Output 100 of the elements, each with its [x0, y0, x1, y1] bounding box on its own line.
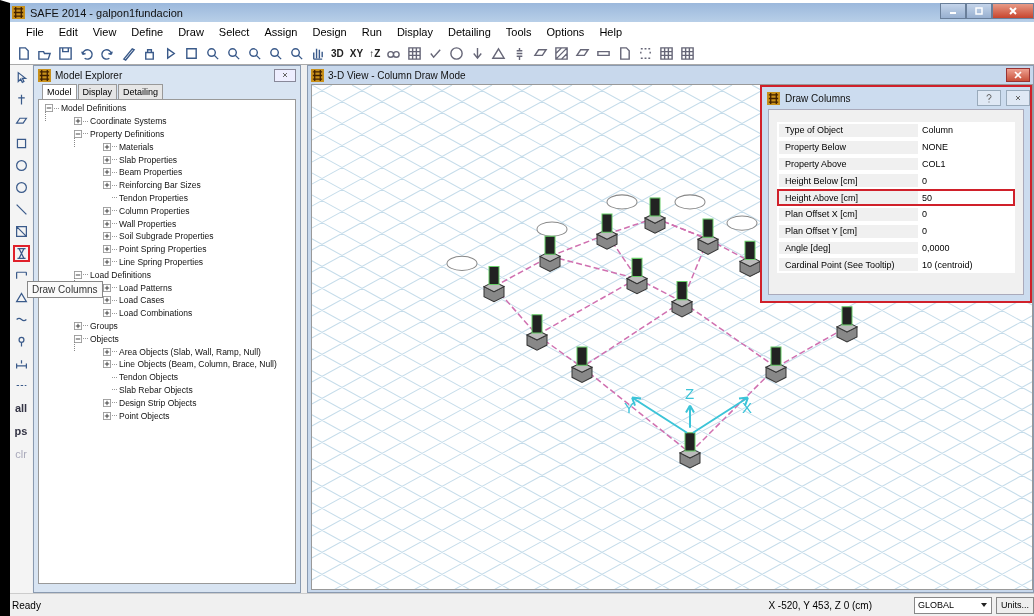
expand-icon[interactable]: [103, 155, 111, 164]
zoom-icon[interactable]: [226, 45, 241, 61]
menu-item[interactable]: Select: [218, 26, 250, 38]
menu-item[interactable]: Run: [361, 26, 382, 38]
property-value[interactable]: Column: [918, 125, 953, 136]
view-button[interactable]: XY: [349, 47, 364, 59]
tree-item[interactable]: Line Objects (Beam, Column, Brace, Null): [119, 359, 277, 370]
property-row[interactable]: Plan Offset Y [cm] 0: [777, 222, 1015, 240]
minimize-button[interactable]: [940, 3, 966, 19]
select-tool-button[interactable]: all: [14, 399, 28, 417]
expand-icon[interactable]: [103, 347, 111, 356]
expand-icon[interactable]: [103, 360, 111, 369]
tree-item[interactable]: Objects: [90, 333, 119, 344]
expand-icon[interactable]: [74, 117, 82, 126]
tree-item[interactable]: Slab Properties: [119, 154, 178, 165]
zoom-in-icon[interactable]: [247, 45, 262, 61]
tab[interactable]: Display: [77, 84, 118, 99]
zoom-out-icon[interactable]: [289, 45, 304, 61]
tree-item[interactable]: Soil Subgrade Properties: [119, 231, 214, 242]
close-button[interactable]: [992, 3, 1034, 19]
property-row[interactable]: Type of Object Column: [777, 122, 1015, 139]
menu-item[interactable]: Define: [131, 26, 164, 38]
menu-item[interactable]: Options: [546, 26, 585, 38]
collapse-icon[interactable]: [45, 104, 53, 113]
menu-item[interactable]: Edit: [58, 26, 78, 38]
tree-item[interactable]: Materials: [119, 141, 154, 152]
tree-item[interactable]: Slab Rebar Objects: [119, 384, 193, 395]
maximize-button[interactable]: [966, 3, 992, 19]
page-icon[interactable]: [617, 45, 633, 61]
triangle-icon[interactable]: [491, 45, 507, 61]
property-row[interactable]: Plan Offset X [cm] 0: [777, 206, 1015, 223]
expand-icon[interactable]: [103, 296, 111, 305]
property-row[interactable]: Height Above [cm] 50: [777, 189, 1015, 206]
tree-item[interactable]: Area Objects (Slab, Wall, Ramp, Null): [119, 346, 261, 357]
menu-item[interactable]: Detailing: [447, 26, 491, 38]
expand-icon[interactable]: [103, 411, 111, 420]
frame-icon[interactable]: [184, 45, 199, 61]
zoom-window-icon[interactable]: [205, 45, 220, 61]
tree-item[interactable]: Tendon Objects: [119, 372, 179, 383]
grid-icon[interactable]: [407, 45, 423, 61]
tree-item[interactable]: Line Spring Properties: [119, 256, 204, 267]
tree-item[interactable]: Coordinate Systems: [90, 116, 167, 127]
property-value[interactable]: 0: [918, 175, 927, 186]
tree-item[interactable]: Design Strip Objects: [119, 397, 197, 408]
view-button[interactable]: ↑Z: [369, 47, 381, 59]
expand-icon[interactable]: [103, 257, 111, 266]
select-tool-button[interactable]: ps: [14, 422, 28, 440]
property-row[interactable]: Property Above COL1: [777, 155, 1015, 173]
coordinate-system-dropdown[interactable]: GLOBAL: [914, 596, 992, 614]
tool-button[interactable]: [12, 245, 30, 262]
tree-item[interactable]: Point Objects: [119, 410, 170, 421]
tab[interactable]: Model: [42, 84, 77, 99]
expand-icon[interactable]: [103, 309, 111, 318]
expand-icon[interactable]: [74, 321, 82, 330]
tree-item[interactable]: Tendon Properties: [119, 192, 188, 203]
collapse-icon[interactable]: [74, 130, 82, 138]
tree-item[interactable]: Beam Properties: [119, 167, 183, 178]
tree-item[interactable]: Model Definitions: [61, 103, 127, 114]
menu-item[interactable]: Help: [599, 26, 622, 38]
menu-item[interactable]: Assign: [264, 26, 298, 38]
property-value[interactable]: 0,0000: [918, 242, 950, 253]
menu-item[interactable]: Draw: [178, 26, 204, 38]
tree-item[interactable]: Load Definitions: [90, 269, 151, 280]
property-row[interactable]: Angle [deg] 0,0000: [777, 239, 1015, 257]
property-value[interactable]: 0: [918, 226, 927, 237]
collapse-icon[interactable]: [74, 334, 82, 343]
save-icon[interactable]: [58, 45, 73, 61]
tree-item[interactable]: Reinforcing Bar Sizes: [119, 180, 201, 191]
expand-icon[interactable]: [103, 283, 111, 292]
property-value[interactable]: 0: [918, 209, 927, 220]
expand-icon[interactable]: [103, 142, 111, 151]
menu-item[interactable]: Display: [396, 26, 433, 38]
expand-icon[interactable]: [103, 181, 111, 190]
grid-icon[interactable]: [659, 45, 675, 61]
expand-icon[interactable]: [103, 206, 111, 215]
tree-item[interactable]: Point Spring Properties: [119, 244, 207, 255]
view-button[interactable]: 3D: [331, 47, 344, 59]
tree-item[interactable]: Load Cases: [119, 295, 165, 306]
menu-item[interactable]: Tools: [505, 26, 532, 38]
close-button[interactable]: [274, 68, 296, 82]
property-row[interactable]: Cardinal Point (See Tooltip) 10 (centroid): [777, 256, 1015, 274]
tree-item[interactable]: Property Definitions: [90, 129, 165, 139]
tree-item[interactable]: Column Properties: [119, 205, 190, 216]
new-file-icon[interactable]: [16, 45, 31, 61]
property-value[interactable]: NONE: [918, 142, 948, 153]
tree-item[interactable]: Groups: [90, 320, 118, 331]
menu-item[interactable]: Design: [312, 26, 347, 38]
property-value[interactable]: 10 (centroid): [918, 259, 973, 270]
expand-icon[interactable]: [103, 245, 111, 254]
close-button[interactable]: [1006, 68, 1030, 82]
units-button[interactable]: Units...: [996, 596, 1034, 614]
tab[interactable]: Detailing: [118, 84, 164, 99]
expand-icon[interactable]: [103, 398, 111, 407]
property-row[interactable]: Height Below [cm] 0: [777, 172, 1015, 190]
tree-item[interactable]: Wall Properties: [119, 218, 177, 229]
expand-icon[interactable]: [103, 168, 111, 177]
tree-item[interactable]: Load Combinations: [119, 308, 193, 319]
property-row[interactable]: Property Below NONE: [777, 138, 1015, 156]
expand-icon[interactable]: [103, 232, 111, 241]
table-icon[interactable]: [680, 45, 696, 61]
